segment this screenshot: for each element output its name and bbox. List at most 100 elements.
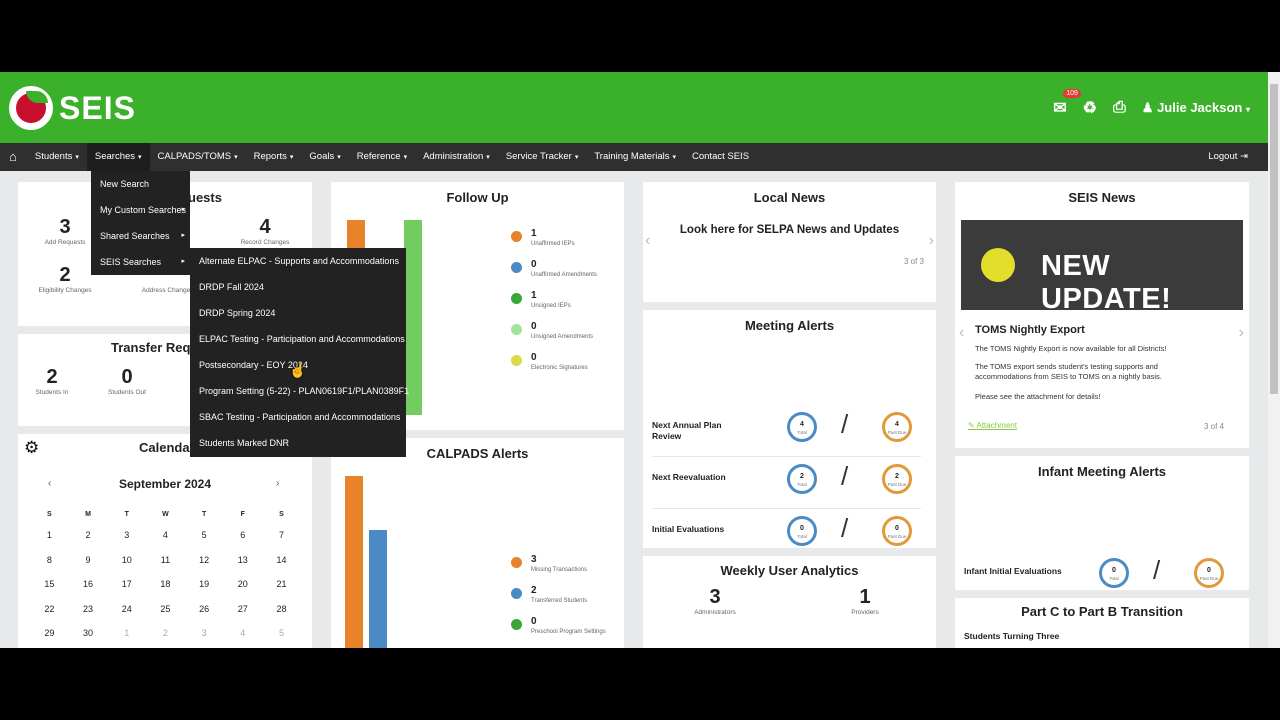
total-count-ring[interactable]: 0 Total [1099,558,1129,588]
calendar-day[interactable]: 1 [30,523,69,548]
legend-item[interactable]: 0 Electronic Signatures [511,352,588,371]
next-news-icon[interactable]: › [929,232,934,250]
nav-administration[interactable]: Administration ▾ [415,143,498,171]
submenu-item[interactable]: Students Marked DNR [190,430,406,456]
calendar-day[interactable]: 5 [185,523,224,548]
calendar-day[interactable]: 7 [262,523,301,548]
legend-item[interactable]: 1 Unaffirmed IEPs [511,228,575,247]
submenu-item[interactable]: DRDP Fall 2024 [190,274,406,300]
next-seis-news-icon[interactable]: › [1239,324,1244,342]
news-banner-image[interactable]: NEW UPDATE! [961,220,1243,310]
submenu-item[interactable]: ELPAC Testing - Participation and Accomm… [190,326,406,352]
seis-logo[interactable]: SEIS [9,86,136,130]
stat-providers[interactable]: 1 Providers [835,586,895,616]
calendar-day[interactable]: 10 [107,548,146,573]
calendar-day[interactable]: 12 [185,548,224,573]
print-icon[interactable]: ⎙ [1113,99,1126,117]
nav-contact-seis[interactable]: Contact SEIS [684,143,757,171]
submenu-item[interactable]: Program Setting (5-22) - PLAN0619F1/PLAN… [190,378,409,404]
total-count-ring[interactable]: 4 Total [787,412,817,442]
total-count-ring[interactable]: 0 Total [787,516,817,546]
menu-new-search[interactable]: New Search [91,171,190,197]
nav-reference[interactable]: Reference ▾ [349,143,415,171]
calendar-day[interactable]: 19 [185,572,224,597]
legend-item[interactable]: 0 Unaffirmed Amendments [511,259,597,278]
calendar-day[interactable]: 18 [146,572,185,597]
submenu-item[interactable]: DRDP Spring 2024 [190,300,406,326]
home-icon[interactable]: ⌂ [0,143,27,171]
calendar-day[interactable]: 29 [30,621,69,646]
nav-goals[interactable]: Goals ▾ [301,143,348,171]
calendar-day[interactable]: 13 [223,548,262,573]
stat-eligibility-changes[interactable]: 2 Eligibility Changes [30,264,100,294]
menu-shared-searches[interactable]: Shared Searches ▸ [91,223,190,249]
legend-item[interactable]: 3 Missing Transactions [511,554,587,573]
calendar-day[interactable]: 26 [185,597,224,622]
recycle-icon[interactable]: ♻ [1083,98,1097,118]
calendar-day[interactable]: 28 [262,597,301,622]
calendar-day[interactable]: 1 [107,621,146,646]
stat-administrators[interactable]: 3 Administrators [685,586,745,616]
mail-icon[interactable]: ✉ 109 [1053,89,1081,118]
past-due-count-ring[interactable]: 0 Past Due [882,516,912,546]
nav-searches[interactable]: Searches ▾ [86,143,150,171]
calendar-day[interactable]: 4 [223,621,262,646]
submenu-item[interactable]: SBAC Testing - Participation and Accommo… [190,404,406,430]
calendar-day[interactable]: 2 [69,523,108,548]
calendar-day[interactable]: 17 [107,572,146,597]
calendar-day[interactable]: 8 [30,548,69,573]
nav-service-tracker[interactable]: Service Tracker ▾ [498,143,587,171]
user-menu[interactable]: ♟ Julie Jackson ▾ [1142,100,1250,116]
past-due-count-ring[interactable]: 4 Past Due [882,412,912,442]
calendar-day[interactable]: 11 [146,548,185,573]
calendar-day[interactable]: 22 [30,597,69,622]
legend-item[interactable]: 1 Unsigned IEPs [511,290,571,309]
calendar-day[interactable]: 25 [146,597,185,622]
transfer-title: Transfer Requ [111,340,199,355]
prev-seis-news-icon[interactable]: ‹ [959,324,964,342]
calendar-day[interactable]: 16 [69,572,108,597]
calendar-day[interactable]: 15 [30,572,69,597]
legend-item[interactable]: 2 Transferred Students [511,585,587,604]
total-count-ring[interactable]: 2 Total [787,464,817,494]
legend-item[interactable]: 0 Unsigned Amendments [511,321,593,340]
calendar-day[interactable]: 20 [223,572,262,597]
calendar-day[interactable]: 21 [262,572,301,597]
calendar-day[interactable]: 23 [69,597,108,622]
stat-record-changes[interactable]: 4 Record Changes [230,216,300,246]
legend-value: 1 [531,228,537,239]
nav-calpads-toms[interactable]: CALPADS/TOMS ▾ [150,143,246,171]
legend-item[interactable]: 0 Preschool Program Settings [511,616,606,635]
nav-students[interactable]: Students ▾ [27,143,87,171]
menu-my-custom-searches[interactable]: My Custom Searches ▸ [91,197,190,223]
calendar-day[interactable]: 14 [262,548,301,573]
calendar-day[interactable]: 30 [69,621,108,646]
page-scrollbar[interactable] [1268,72,1280,648]
calendar-card: ⚙ Calendar ‹ September 2024 › SMTWTFS 12… [18,434,312,648]
stat-add-requests[interactable]: 3 Add Requests [40,216,90,246]
submenu-item[interactable]: Alternate ELPAC - Supports and Accommoda… [190,248,406,274]
calendar-day[interactable]: 3 [185,621,224,646]
calendar-day[interactable]: 5 [262,621,301,646]
local-news-headline[interactable]: Look here for SELPA News and Updates [643,224,936,236]
logout-button[interactable]: Logout ⇥ [1208,143,1248,171]
gear-icon[interactable]: ⚙ [24,438,39,458]
nav-training-materials[interactable]: Training Materials ▾ [586,143,684,171]
next-month-icon[interactable]: › [276,478,279,489]
nav-reports[interactable]: Reports ▾ [246,143,302,171]
attachment-link[interactable]: ✎ Attachment [968,421,1017,430]
searches-dropdown: New Search My Custom Searches ▸ Shared Se… [91,171,190,275]
calendar-day[interactable]: 6 [223,523,262,548]
menu-seis-searches[interactable]: SEIS Searches ▸ [91,249,190,275]
stat-students-in[interactable]: 2 Students In [32,366,72,396]
past-due-count-ring[interactable]: 0 Past Due [1194,558,1224,588]
stat-students-out[interactable]: 0 Students Out [104,366,150,396]
calendar-day[interactable]: 27 [223,597,262,622]
calendar-day[interactable]: 4 [146,523,185,548]
past-due-count-ring[interactable]: 2 Past Due [882,464,912,494]
calendar-day[interactable]: 3 [107,523,146,548]
calendar-day[interactable]: 9 [69,548,108,573]
calendar-day[interactable]: 24 [107,597,146,622]
calendar-day[interactable]: 2 [146,621,185,646]
legend-item[interactable]: 0Program Settings [511,647,577,648]
